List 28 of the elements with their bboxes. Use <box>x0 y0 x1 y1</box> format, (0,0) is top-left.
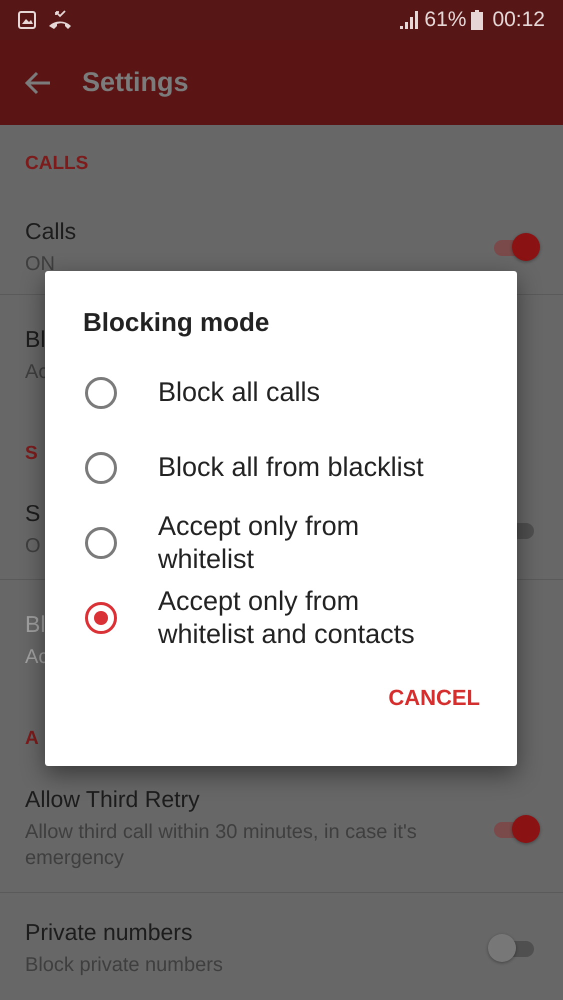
radio-button[interactable] <box>85 452 117 484</box>
toolbar-title: Settings <box>82 67 189 98</box>
radio-button[interactable] <box>85 526 117 558</box>
setting-title: Calls <box>25 218 76 244</box>
setting-title: Allow Third Retry <box>25 786 200 813</box>
radio-option[interactable]: Accept only from whitelist and contacts <box>45 580 517 655</box>
section-header: CALLS <box>25 153 88 174</box>
setting-title: Private numbers <box>25 918 192 946</box>
battery-icon <box>471 10 484 30</box>
section-header: S <box>25 443 38 464</box>
radio-button[interactable] <box>85 602 117 634</box>
back-button[interactable] <box>24 70 52 94</box>
radio-option[interactable]: Block all calls <box>45 355 517 430</box>
cancel-button[interactable]: CANCEL <box>375 675 493 721</box>
radio-button[interactable] <box>85 376 117 408</box>
dialog-title: Blocking mode <box>82 306 270 339</box>
back-arrow-icon <box>24 70 52 94</box>
setting-title: Bl <box>25 610 46 638</box>
radio-option[interactable]: Block all from blacklist <box>45 430 517 505</box>
setting-title: S <box>25 500 40 527</box>
clock: 00:12 <box>492 8 545 32</box>
section-header: A <box>25 728 39 749</box>
setting-title: Bl <box>25 326 46 352</box>
missed-call-icon <box>48 10 72 30</box>
battery-percent: 61% <box>424 8 466 32</box>
signal-icon <box>399 10 420 30</box>
image-icon <box>18 11 36 29</box>
radio-option[interactable]: Accept only from whitelist <box>45 505 517 580</box>
